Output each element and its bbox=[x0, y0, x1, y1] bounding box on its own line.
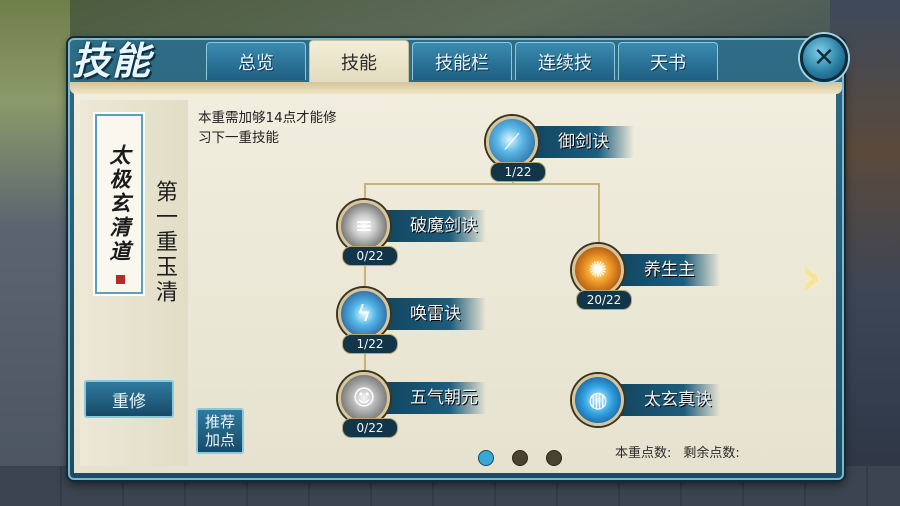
thunder-icon: ϟ bbox=[338, 288, 390, 340]
scroll-edge-decoration bbox=[70, 82, 842, 94]
tab-overview[interactable]: 总览 bbox=[206, 42, 306, 80]
skill-node-pomo[interactable]: 破魔剑诀 ≡ 0/22 bbox=[338, 200, 498, 266]
page-dot-1[interactable] bbox=[478, 450, 494, 466]
recommend-points-button[interactable]: 推荐 加点 bbox=[196, 408, 244, 454]
five-qi-icon: ☺ bbox=[338, 372, 390, 424]
tab-bar: 总览 技能 技能栏 连续技 天书 bbox=[206, 40, 718, 82]
skill-node-yangsheng[interactable]: 养生主 ✺ 20/22 bbox=[572, 244, 732, 310]
tab-skill-bar[interactable]: 技能栏 bbox=[412, 42, 512, 80]
skill-node-yujian[interactable]: 御剑诀 ⟋ 1/22 bbox=[486, 116, 646, 182]
life-icon: ✺ bbox=[572, 244, 624, 296]
tab-skills[interactable]: 技能 bbox=[309, 40, 409, 82]
skill-points: 1/22 bbox=[342, 334, 398, 354]
tree-line-right-branch bbox=[598, 183, 600, 247]
skill-node-wuqi[interactable]: 五气朝元 ☺ 0/22 bbox=[338, 372, 498, 438]
skill-points: 0/22 bbox=[342, 418, 398, 438]
red-seal-icon bbox=[116, 275, 125, 284]
remaining-points-label: 剩余点数: bbox=[683, 446, 740, 461]
skill-node-taixuan[interactable]: 太玄真诀 ◍ bbox=[572, 374, 732, 434]
tier-hint-text: 本重需加够14点才能修习下一重技能 bbox=[198, 110, 337, 146]
close-icon: ✕ bbox=[813, 43, 835, 73]
next-page-arrow-icon[interactable]: › bbox=[792, 248, 830, 306]
rebuild-button[interactable]: 重修 bbox=[84, 380, 174, 418]
background-left-scenery bbox=[0, 0, 70, 506]
demon-breaker-icon: ≡ bbox=[338, 200, 390, 252]
tab-combos[interactable]: 连续技 bbox=[515, 42, 615, 80]
sect-name: 太极玄清道 bbox=[107, 144, 132, 264]
sect-emblem: 太极玄清道 bbox=[93, 112, 145, 296]
sword-icon: ⟋ bbox=[486, 116, 538, 168]
recommend-label-1: 推荐 bbox=[204, 413, 235, 431]
skill-points: 1/22 bbox=[490, 162, 546, 182]
skill-points: 20/22 bbox=[576, 290, 632, 310]
pagination-dots bbox=[478, 450, 562, 466]
skill-points: 0/22 bbox=[342, 246, 398, 266]
tree-line-top bbox=[364, 183, 600, 185]
tab-heavenly-book[interactable]: 天书 bbox=[618, 42, 718, 80]
recommend-label-2: 加点 bbox=[204, 431, 235, 449]
points-summary: 本重点数: 剩余点数: bbox=[615, 442, 740, 461]
taixuan-icon: ◍ bbox=[572, 374, 624, 426]
close-button[interactable]: ✕ bbox=[800, 34, 848, 82]
skill-node-huanlei[interactable]: 唤雷诀 ϟ 1/22 bbox=[338, 288, 498, 354]
tier-points-label: 本重点数: bbox=[615, 446, 672, 461]
window-title: 技能 bbox=[72, 38, 153, 83]
page-dot-2[interactable] bbox=[512, 450, 528, 466]
page-dot-3[interactable] bbox=[546, 450, 562, 466]
tier-label: 第一重玉清 bbox=[152, 180, 177, 305]
